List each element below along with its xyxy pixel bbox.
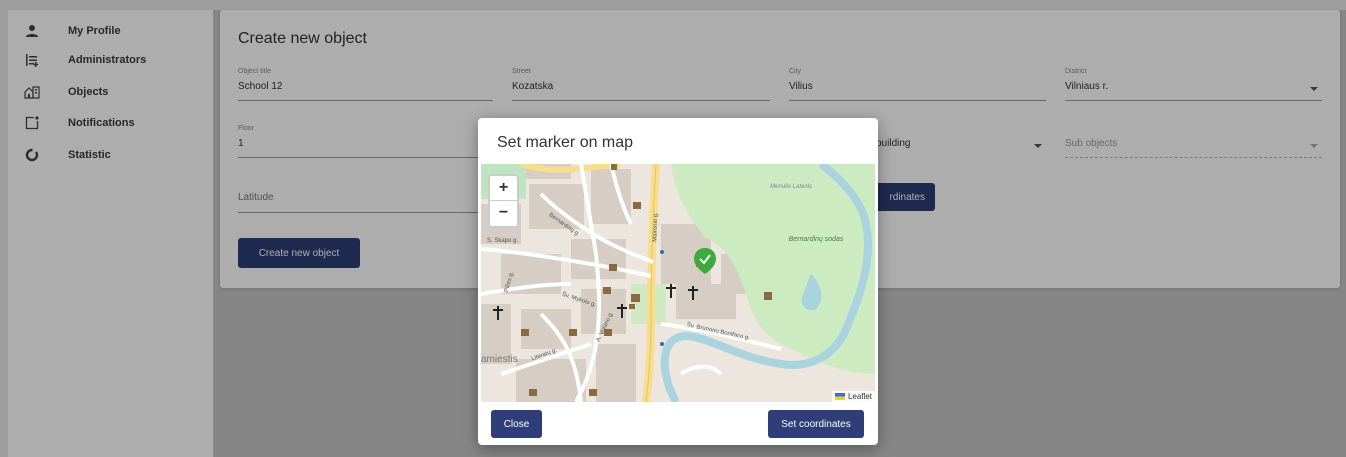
map-label-maironio: Maironio g. bbox=[652, 212, 660, 242]
zoom-in-button[interactable]: + bbox=[490, 176, 517, 201]
map[interactable]: Bernardinų sodas Mėnulio Latenis S. Skap… bbox=[481, 164, 875, 402]
map-label-senamiestis: amiestis bbox=[481, 354, 518, 365]
map-label-skapo: S. Skapo g. bbox=[487, 238, 519, 244]
ukraine-flag-icon bbox=[834, 393, 845, 400]
set-marker-dialog: Set marker on map Bernardinų sodas Mėnul… bbox=[478, 118, 878, 445]
close-button[interactable]: Close bbox=[491, 410, 542, 438]
zoom-control: + − bbox=[488, 174, 519, 228]
dialog-title: Set marker on map bbox=[497, 134, 634, 151]
attribution-label: Leaflet bbox=[847, 392, 872, 401]
map-label-menulis: Mėnulio Latenis bbox=[769, 184, 813, 190]
map-attribution[interactable]: Leaflet bbox=[831, 391, 875, 402]
map-tiles bbox=[481, 164, 875, 402]
set-coordinates-button[interactable]: Set coordinates bbox=[768, 410, 864, 438]
zoom-out-button[interactable]: − bbox=[490, 201, 517, 225]
map-label-park: Bernardinų sodas bbox=[788, 236, 844, 243]
